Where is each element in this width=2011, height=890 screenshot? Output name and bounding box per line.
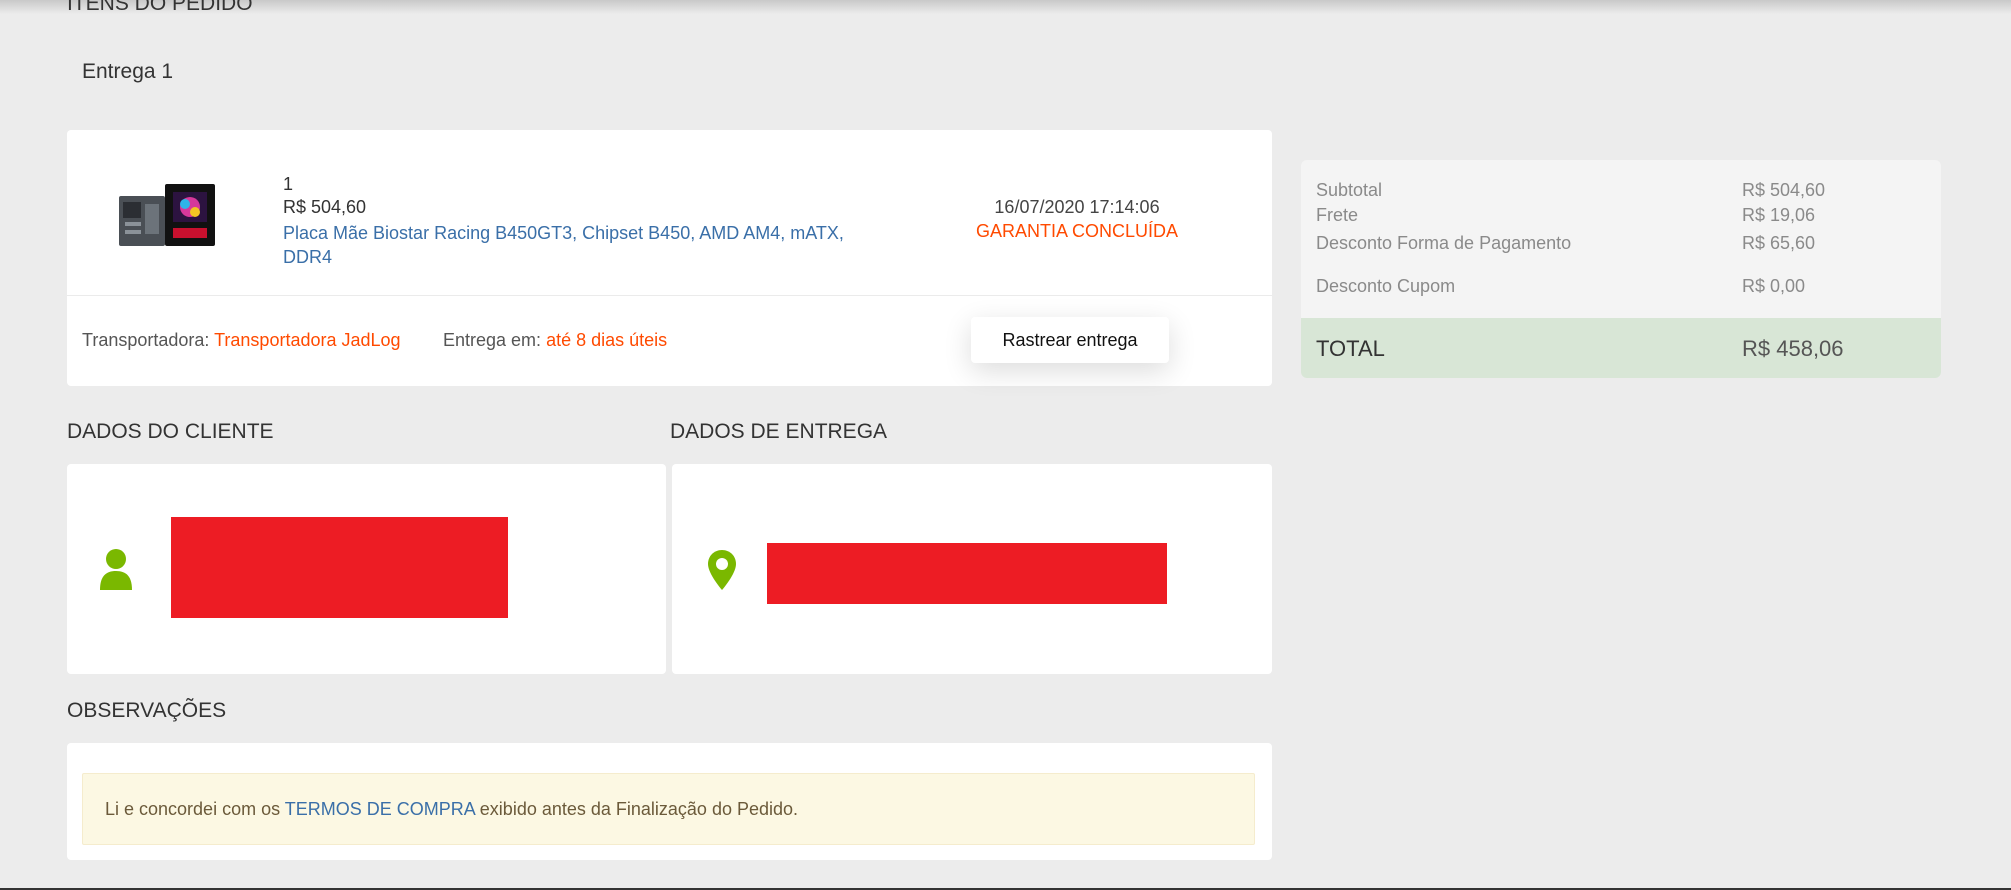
terms-notice-text: Li e concordei com os TERMOS DE COMPRA e… [105,799,798,820]
product-thumbnail[interactable] [115,182,223,252]
product-name-link[interactable]: Placa Mãe Biostar Racing B450GT3, Chipse… [283,221,863,269]
user-icon [100,549,132,590]
order-item-card: 1 R$ 504,60 Placa Mãe Biostar Racing B45… [67,130,1272,386]
payment-discount-label: Desconto Forma de Pagamento [1316,233,1572,253]
card-divider [67,295,1272,296]
client-data-card [67,464,666,674]
coupon-discount-value: R$ 0,00 [1742,276,1806,296]
observations-card: Li e concordei com os TERMOS DE COMPRA e… [67,743,1272,860]
terms-text-after: exibido antes da Finalização do Pedido. [474,799,799,819]
track-delivery-button[interactable]: Rastrear entrega [971,317,1169,363]
terms-text-before: Li e concordei com os [105,799,285,819]
shipping-data-card [672,464,1272,674]
motherboard-image-icon [119,184,215,246]
top-shadow [0,0,2011,14]
carrier-value: Transportadora JadLog [214,330,401,350]
client-data-title: DADOS DO CLIENTE [67,420,274,443]
item-price: R$ 504,60 [283,197,367,217]
delivery-time-info: Entrega em: até 8 dias úteis [443,330,667,351]
observations-title: OBSERVAÇÕES [67,699,227,722]
delivery-time-label: Entrega em: [443,330,542,350]
redacted-address-info [767,543,1167,604]
total-band [1301,318,1941,378]
shipping-fee-value: R$ 19,06 [1742,205,1816,225]
shipping-data-title: DADOS DE ENTREGA [670,420,888,443]
delivery-label: Entrega 1 [82,60,174,83]
carrier-info: Transportadora: Transportadora JadLog [82,330,401,351]
delivery-time-value: até 8 dias úteis [546,330,668,350]
terms-notice: Li e concordei com os TERMOS DE COMPRA e… [82,773,1255,845]
carrier-label: Transportadora: [82,330,210,350]
redacted-client-info [171,517,508,618]
item-date: 16/07/2020 17:14:06 [994,197,1160,217]
total-value: R$ 458,06 [1742,336,1844,361]
shipping-fee-label: Frete [1316,205,1359,225]
payment-discount-value: R$ 65,60 [1742,233,1816,253]
map-pin-icon [708,550,736,590]
item-quantity: 1 [283,174,294,194]
warranty-status: GARANTIA CONCLUÍDA [975,221,1179,241]
terms-of-purchase-link[interactable]: TERMOS DE COMPRA [285,799,475,819]
items-section-title: ITENS DO PEDIDO [67,0,253,15]
subtotal-label: Subtotal [1316,180,1383,200]
coupon-discount-label: Desconto Cupom [1316,276,1456,296]
total-label: TOTAL [1316,336,1385,361]
subtotal-value: R$ 504,60 [1742,180,1826,200]
order-summary: Subtotal R$ 504,60 Frete R$ 19,06 Descon… [1301,160,1941,378]
